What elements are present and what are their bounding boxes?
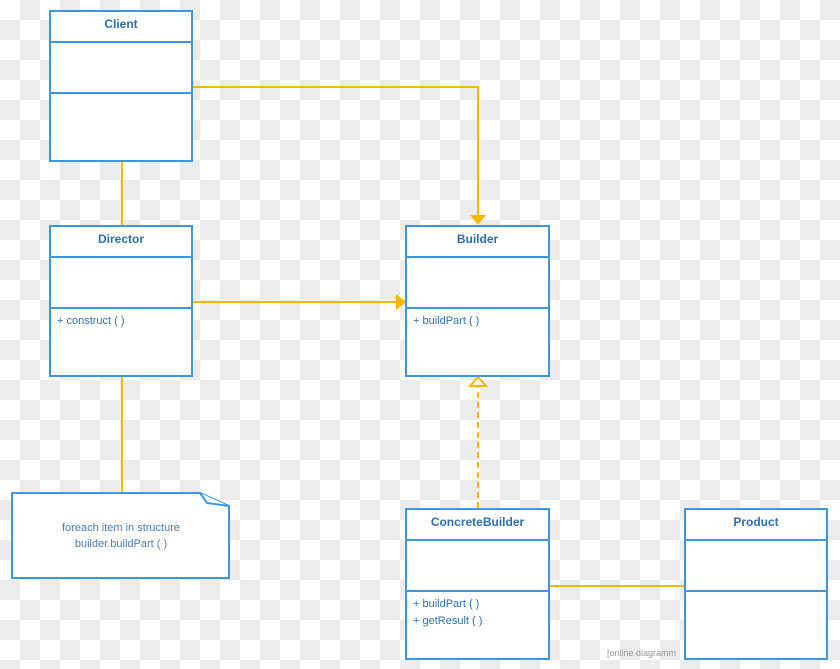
operations-section: + construct ( ) xyxy=(51,309,191,334)
attributes-section xyxy=(51,43,191,94)
operations-section: + buildPart ( ) + getResult ( ) xyxy=(407,592,548,634)
attributes-section xyxy=(407,258,548,309)
arrowhead-icon xyxy=(470,215,486,225)
operation: + construct ( ) xyxy=(57,315,125,327)
operations-section: + buildPart ( ) xyxy=(407,309,548,334)
class-product[interactable]: Product xyxy=(684,508,828,660)
class-name: Builder xyxy=(407,227,548,258)
client-builder-association xyxy=(193,86,479,216)
attributes-section xyxy=(51,258,191,309)
class-builder[interactable]: Builder + buildPart ( ) xyxy=(405,225,550,377)
class-client[interactable]: Client xyxy=(49,10,193,162)
class-director[interactable]: Director + construct ( ) xyxy=(49,225,193,377)
note-line: builder.buildPart ( ) xyxy=(74,538,168,550)
attributes-section xyxy=(686,541,826,592)
note[interactable]: foreach item in structure builder.buildP… xyxy=(12,493,230,579)
note-line: foreach item in structure xyxy=(62,522,180,534)
class-name: Client xyxy=(51,12,191,43)
operation: + getResult ( ) xyxy=(413,615,483,627)
class-concrete-builder[interactable]: ConcreteBuilder + buildPart ( ) + getRes… xyxy=(405,508,550,660)
class-name: Director xyxy=(51,227,191,258)
operation: + buildPart ( ) xyxy=(413,598,480,610)
class-name: Product xyxy=(686,510,826,541)
attributes-section xyxy=(407,541,548,592)
hollow-triangle-icon xyxy=(467,375,489,387)
operation: + buildPart ( ) xyxy=(413,315,480,327)
class-name: ConcreteBuilder xyxy=(407,510,548,541)
